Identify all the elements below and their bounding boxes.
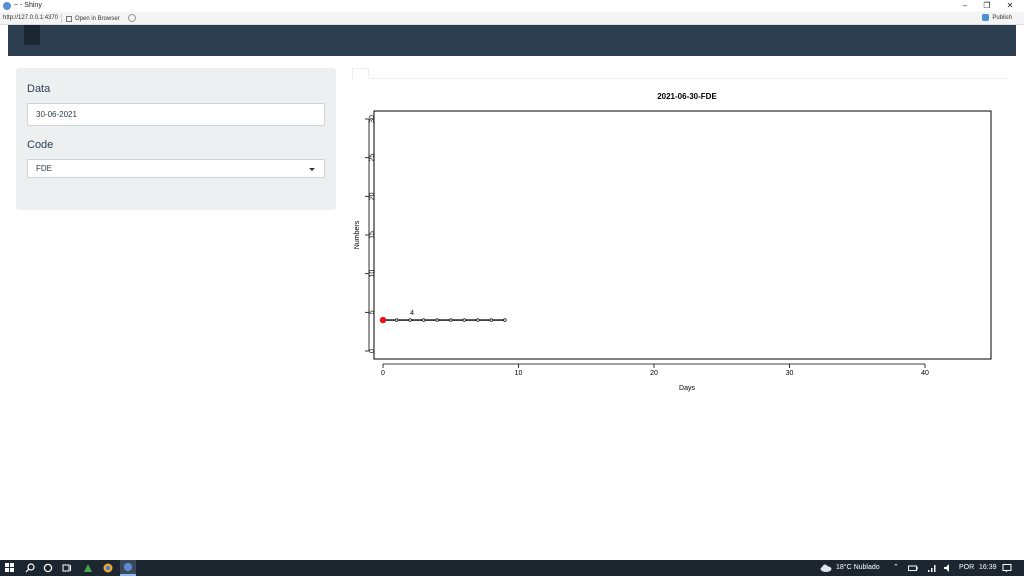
series-point <box>449 318 453 322</box>
volume-icon[interactable] <box>943 563 953 573</box>
chevron-up-icon[interactable]: ⌃ <box>893 563 899 573</box>
x-axis-label: Days <box>679 385 695 392</box>
y-tick-label: 15 <box>369 231 376 239</box>
y-tick-label: 20 <box>369 192 376 200</box>
sidebar-panel: Data 30-06-2021 Code FDE <box>16 68 336 210</box>
publish-button[interactable]: Publish <box>982 14 1012 21</box>
series-point <box>462 318 466 322</box>
toolbar-divider <box>61 14 62 23</box>
task-view-icon[interactable] <box>62 563 72 573</box>
series-point <box>408 318 412 322</box>
publish-label: Publish <box>992 14 1012 21</box>
window-titlebar: ~ - Shiny – ❐ ✕ <box>0 0 1024 12</box>
url-text: http://127.0.0.1:4370 <box>3 15 59 21</box>
date-input-value: 30-06-2021 <box>36 110 77 119</box>
series-point <box>435 318 439 322</box>
code-label: Code <box>27 139 54 151</box>
x-tick-label: 20 <box>650 370 658 377</box>
x-tick-label: 0 <box>381 370 385 377</box>
window-title: ~ - Shiny <box>14 2 42 9</box>
x-tick-label: 10 <box>515 370 523 377</box>
y-tick-label: 25 <box>369 154 376 162</box>
notifications-icon[interactable] <box>1002 563 1012 573</box>
open-in-browser-button[interactable]: Open in Browser <box>66 14 120 23</box>
language-indicator[interactable]: POR <box>959 563 974 573</box>
y-axis-label: Numbers <box>354 220 361 249</box>
clock-time[interactable]: 16:39 <box>979 563 997 573</box>
y-tick-label: 5 <box>369 310 376 314</box>
chart-title: 2021-06-30-FDE <box>657 92 717 101</box>
series-point <box>476 318 480 322</box>
open-external-icon <box>66 15 72 22</box>
navbar-brand[interactable] <box>24 25 40 45</box>
app-navbar <box>8 25 1016 56</box>
open-in-browser-label: Open in Browser <box>75 15 120 22</box>
publish-icon <box>982 14 990 21</box>
restore-button[interactable]: ❐ <box>976 0 998 12</box>
highlight-point <box>379 316 387 324</box>
y-tick-label: 30 <box>369 115 376 123</box>
series-group: 4 <box>379 310 507 324</box>
series-point <box>394 318 399 322</box>
tab-plot[interactable] <box>352 68 369 79</box>
main-tabset <box>352 68 1008 79</box>
rstudio-taskbar-button[interactable] <box>120 560 136 576</box>
cloud-icon[interactable] <box>820 563 832 573</box>
chevron-down-icon <box>309 168 315 171</box>
series-point <box>489 318 494 322</box>
refresh-icon[interactable] <box>128 14 136 22</box>
rstudio-icon <box>3 2 11 10</box>
minimize-button[interactable]: – <box>954 0 976 12</box>
code-select-value: FDE <box>36 164 52 173</box>
plot-frame <box>373 110 992 360</box>
weather-text: 18°C Nublado <box>836 564 880 571</box>
date-label: Data <box>27 83 51 95</box>
windows-start-icon[interactable] <box>5 563 15 573</box>
plot-output: 2021-06-30-FDE 0 10 20 30 40 0 5 10 15 20 25 30 Da… <box>354 92 992 392</box>
x-tick-label: 30 <box>786 370 794 377</box>
data-label: 4 <box>410 310 414 317</box>
windows-taskbar: 18°C Nublado ⌃ POR 16:39 <box>0 560 1024 576</box>
viewer-toolbar: http://127.0.0.1:4370 Open in Browser Pu… <box>0 12 1024 25</box>
close-button[interactable]: ✕ <box>999 0 1021 12</box>
y-tick-label: 10 <box>369 270 376 278</box>
network-icon[interactable] <box>927 563 937 573</box>
series-point <box>421 318 426 322</box>
cortana-icon[interactable] <box>43 563 53 573</box>
search-icon[interactable] <box>25 563 35 573</box>
code-select[interactable]: FDE <box>27 159 325 178</box>
y-tick-label: 0 <box>369 349 376 353</box>
x-tick-label: 40 <box>921 370 929 377</box>
chrome-icon[interactable] <box>103 563 113 573</box>
date-input[interactable]: 30-06-2021 <box>27 103 325 126</box>
x-axis: 0 10 20 30 40 <box>381 363 929 377</box>
battery-icon[interactable] <box>908 563 918 573</box>
series-point <box>503 318 507 322</box>
files-app-icon[interactable] <box>83 563 93 573</box>
